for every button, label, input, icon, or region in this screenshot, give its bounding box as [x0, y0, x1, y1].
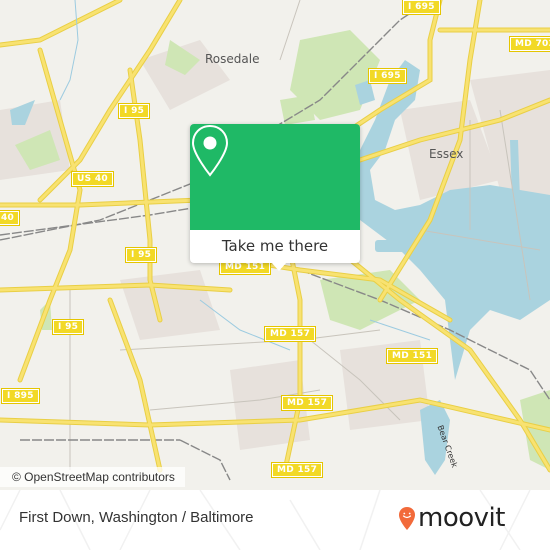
- road-shield-i695: I 695: [402, 0, 441, 15]
- moovit-logo[interactable]: moovit: [398, 503, 505, 533]
- footer: First Down, Washington / Baltimore moovi…: [0, 490, 550, 550]
- road-shield-md702: MD 702: [508, 36, 550, 52]
- road-shield-i895: I 895: [1, 388, 40, 404]
- destination-popup: Take me there: [190, 124, 360, 263]
- road-shield-md151: MD 151: [385, 348, 439, 364]
- place-label-essex: Essex: [429, 147, 464, 161]
- road-shield-us40: US 40: [71, 171, 114, 187]
- location-title: First Down, Washington / Baltimore: [19, 509, 254, 526]
- road-shield-i95: I 95: [51, 319, 85, 335]
- map[interactable]: Rosedale Essex Bear Creek I 695 MD 702 I…: [0, 0, 550, 490]
- popup-header: [190, 124, 360, 230]
- road-shield-md157: MD 157: [263, 326, 317, 342]
- road-shield-md157: MD 157: [270, 462, 324, 478]
- road-shield-i95: I 95: [117, 103, 151, 119]
- location-pin-icon: [191, 124, 229, 177]
- road-shield-us40: 40: [0, 210, 21, 226]
- road-shield-md157: MD 157: [280, 395, 334, 411]
- road-shield-i95: I 95: [124, 247, 158, 263]
- moovit-pin-icon: [399, 506, 415, 530]
- road-shield-i695: I 695: [368, 68, 407, 84]
- moovit-wordmark: moovit: [418, 503, 505, 533]
- map-attribution[interactable]: © OpenStreetMap contributors: [0, 467, 185, 487]
- popup-pointer: [271, 262, 287, 271]
- place-label-rosedale: Rosedale: [205, 52, 260, 66]
- take-me-there-button[interactable]: Take me there: [190, 230, 360, 263]
